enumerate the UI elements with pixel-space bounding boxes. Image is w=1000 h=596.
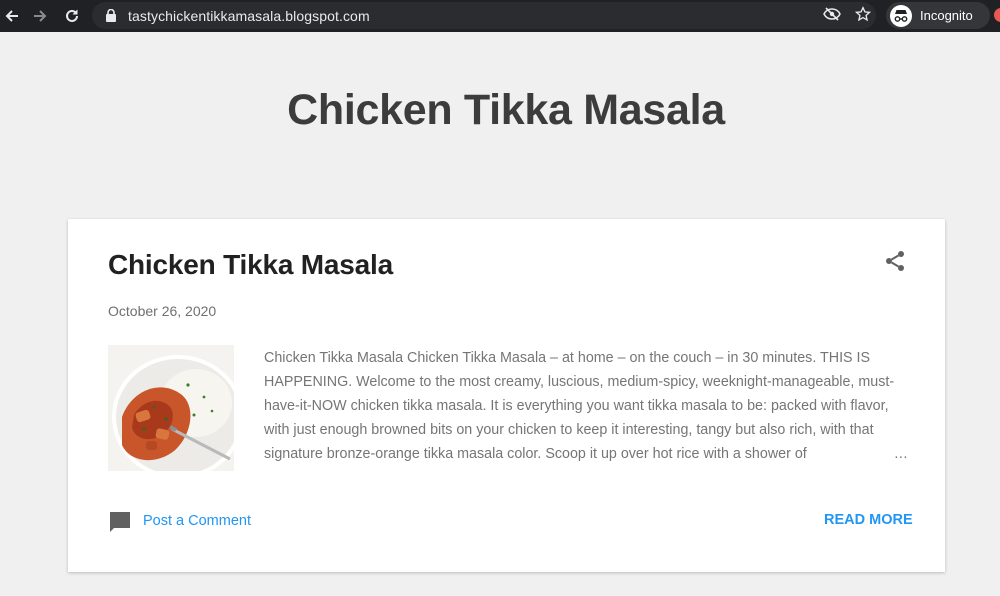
post-title[interactable]: Chicken Tikka Masala: [108, 249, 393, 281]
lock-icon[interactable]: [104, 9, 118, 23]
incognito-indicator[interactable]: Incognito: [886, 2, 990, 29]
blog-title[interactable]: Chicken Tikka Masala: [0, 86, 1000, 135]
snippet-ellipsis: …: [853, 442, 908, 466]
eye-off-icon[interactable]: [821, 3, 843, 25]
reload-icon[interactable]: [60, 4, 84, 28]
share-icon[interactable]: [883, 249, 907, 273]
comment-icon[interactable]: [108, 510, 132, 534]
post-date[interactable]: October 26, 2020: [108, 303, 216, 319]
incognito-icon: [890, 4, 912, 27]
incognito-label: Incognito: [920, 8, 973, 23]
forward-arrow-icon[interactable]: [28, 4, 52, 28]
post-card: Chicken Tikka Masala October 26, 2020 Ch…: [68, 219, 945, 572]
browser-toolbar: tastychickentikkamasala.blogspot.com Inc…: [0, 0, 1000, 32]
url-text[interactable]: tastychickentikkamasala.blogspot.com: [128, 8, 370, 24]
read-more-link[interactable]: READ MORE: [824, 512, 913, 528]
star-icon[interactable]: [852, 3, 874, 25]
back-arrow-icon[interactable]: [0, 4, 24, 28]
post-snippet: Chicken Tikka Masala Chicken Tikka Masal…: [264, 346, 908, 466]
post-snippet-text: Chicken Tikka Masala Chicken Tikka Masal…: [264, 350, 895, 462]
address-bar[interactable]: tastychickentikkamasala.blogspot.com: [92, 2, 876, 29]
profile-avatar[interactable]: [994, 8, 1000, 22]
post-thumbnail[interactable]: [108, 345, 234, 471]
post-comment-link[interactable]: Post a Comment: [143, 513, 251, 529]
